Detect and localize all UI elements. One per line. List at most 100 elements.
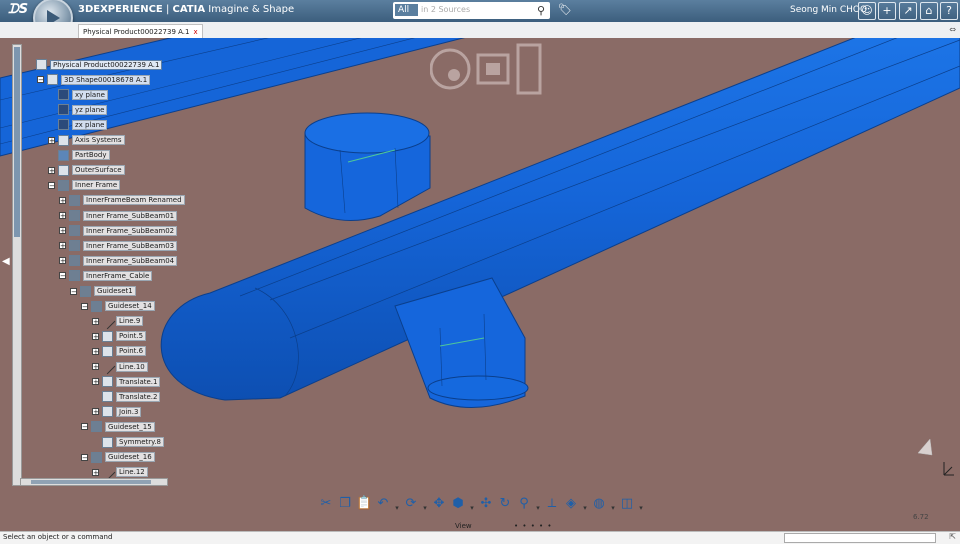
tree-node[interactable]: − Guideset_16 — [81, 451, 155, 463]
tree-node-label[interactable]: Physical Product00022739 A.1 — [50, 59, 163, 70]
expand-toggle-icon[interactable]: + — [59, 196, 66, 204]
share-icon[interactable]: ↗ — [899, 2, 917, 20]
expand-toggle-icon[interactable]: + — [59, 257, 66, 265]
dropdown-arrow-icon[interactable]: ▾ — [469, 500, 475, 516]
undo-icon[interactable]: ↶ — [375, 496, 391, 512]
tree-node[interactable]: + Inner Frame_SubBeam04 — [59, 255, 178, 267]
tree-node-label[interactable]: InnerFrameBeam Renamed — [83, 195, 185, 206]
normal-view-icon[interactable]: ⟂ — [544, 496, 560, 512]
search-icon[interactable]: ⚲ — [537, 4, 545, 17]
expand-toggle-icon[interactable]: + — [92, 378, 99, 386]
tree-node[interactable]: + Axis Systems — [48, 134, 125, 146]
expand-toggle-icon[interactable]: + — [48, 136, 55, 144]
action-bar-section-label[interactable]: View — [455, 522, 472, 530]
tag-icon[interactable]: 🏷 — [558, 3, 572, 16]
tree-node-label[interactable]: Guideset_14 — [105, 301, 155, 312]
tree-node[interactable]: − Guideset1 — [70, 285, 136, 297]
tree-node[interactable]: + Line.10 — [92, 358, 148, 375]
collapse-panel-icon[interactable]: ◀ — [2, 256, 10, 267]
tree-node[interactable]: + Inner Frame_SubBeam03 — [59, 240, 178, 252]
home-icon[interactable]: ⌂ — [920, 2, 938, 20]
tab-nav-icon[interactable]: ⇔ — [949, 25, 956, 34]
search-input[interactable]: in 2 Sources — [421, 5, 470, 14]
expand-toggle-icon[interactable]: + — [92, 332, 99, 340]
tree-node[interactable]: + Line.9 — [92, 313, 144, 329]
search-scope-dropdown[interactable]: All — [395, 4, 418, 16]
copy-icon[interactable]: ❐ — [337, 496, 353, 512]
tree-node-label[interactable]: InnerFrame_Cable — [83, 270, 153, 281]
tree-node[interactable]: + Line.12 — [92, 464, 148, 480]
tree-node[interactable]: yz plane — [48, 104, 108, 116]
dropdown-arrow-icon[interactable]: ▾ — [638, 500, 644, 516]
tree-node[interactable]: Physical Product00022739 A.1 — [26, 59, 163, 70]
scrollbar-thumb[interactable] — [31, 480, 151, 484]
dropdown-arrow-icon[interactable]: ▾ — [610, 500, 616, 516]
tree-node-label[interactable]: Inner Frame — [72, 180, 121, 191]
tree-node-label[interactable]: Point.6 — [116, 346, 147, 357]
dropdown-arrow-icon[interactable]: ▾ — [582, 500, 588, 516]
tree-node[interactable]: Symmetry.8 — [92, 436, 164, 448]
render-mode-icon[interactable]: ⬢ — [450, 496, 466, 512]
tree-node-label[interactable]: Line.10 — [116, 361, 148, 372]
expand-toggle-icon[interactable]: − — [70, 287, 77, 295]
rotate-icon[interactable]: ↻ — [497, 496, 513, 512]
fit-all-icon[interactable]: ✥ — [431, 496, 447, 512]
tree-node[interactable]: − Inner Frame — [48, 179, 121, 191]
tree-node[interactable]: + Inner Frame_SubBeam02 — [59, 225, 178, 237]
tree-node[interactable]: + Translate.1 — [92, 376, 161, 388]
tree-node-label[interactable]: Symmetry.8 — [116, 437, 164, 447]
tree-node-label[interactable]: xy plane — [72, 89, 108, 100]
specification-tree[interactable]: Physical Product00022739 A.1−3D Shape000… — [0, 0, 200, 490]
search-box[interactable]: All in 2 Sources ⚲ — [393, 2, 550, 19]
rotate-view-icon[interactable]: ⟳ — [403, 496, 419, 512]
hide-show-icon[interactable]: ◍ — [591, 496, 607, 512]
tree-node-label[interactable]: Inner Frame_SubBeam01 — [83, 210, 178, 221]
scrollbar-thumb[interactable] — [14, 47, 20, 237]
tree-node[interactable]: + Point.5 — [92, 330, 147, 342]
action-bar-pager[interactable]: • • • • • — [514, 522, 553, 530]
zoom-icon[interactable]: ⚲ — [516, 496, 532, 512]
status-expand-icon[interactable]: ⇱ — [949, 532, 956, 541]
tree-node[interactable]: + Point.6 — [92, 345, 147, 357]
expand-toggle-icon[interactable]: + — [59, 227, 66, 235]
tree-node-label[interactable]: 3D Shape00018678 A.1 — [61, 74, 151, 85]
expand-toggle-icon[interactable]: + — [92, 468, 99, 476]
tree-node-label[interactable]: Axis Systems — [72, 135, 125, 145]
dropdown-arrow-icon[interactable]: ▾ — [422, 500, 428, 516]
tree-node-label[interactable]: zx plane — [72, 119, 108, 130]
user-avatar-icon[interactable]: ☺ — [858, 2, 876, 20]
robot-compass-icon[interactable] — [429, 43, 542, 99]
tree-node-label[interactable]: Guideset_16 — [105, 452, 155, 463]
expand-toggle-icon[interactable]: − — [81, 302, 88, 310]
tree-node-label[interactable]: Inner Frame_SubBeam03 — [83, 240, 178, 251]
tree-node-label[interactable]: OuterSurface — [72, 165, 125, 176]
iso-view-icon[interactable]: ◈ — [563, 496, 579, 512]
tree-node-label[interactable]: Guideset_15 — [105, 421, 155, 432]
tree-node[interactable]: PartBody — [48, 149, 110, 161]
tree-node-label[interactable]: yz plane — [72, 104, 108, 115]
tree-node[interactable]: + OuterSurface — [48, 164, 125, 176]
expand-toggle-icon[interactable]: − — [48, 181, 55, 189]
tree-node[interactable]: − Guideset_14 — [81, 300, 155, 312]
dropdown-arrow-icon[interactable]: ▾ — [535, 500, 541, 516]
tree-node-label[interactable]: Line.12 — [116, 467, 148, 478]
help-icon[interactable]: ? — [940, 2, 958, 20]
dropdown-arrow-icon[interactable]: ▾ — [394, 500, 400, 516]
cut-icon[interactable]: ✂ — [318, 496, 334, 512]
tree-horizontal-scrollbar[interactable] — [20, 478, 168, 486]
tree-node-label[interactable]: Inner Frame_SubBeam04 — [83, 255, 178, 266]
tree-node-label[interactable]: PartBody — [72, 150, 110, 161]
expand-toggle-icon[interactable]: − — [81, 423, 88, 431]
tree-node[interactable]: − Guideset_15 — [81, 421, 155, 433]
tree-node-label[interactable]: Translate.2 — [116, 391, 161, 402]
expand-toggle-icon[interactable]: + — [92, 408, 99, 416]
tree-node[interactable]: Translate.2 — [92, 391, 161, 403]
expand-toggle-icon[interactable]: + — [48, 166, 55, 174]
expand-toggle-icon[interactable]: − — [37, 76, 44, 84]
expand-toggle-icon[interactable]: + — [92, 363, 99, 371]
expand-toggle-icon[interactable]: − — [81, 453, 88, 461]
tree-node[interactable]: + Inner Frame_SubBeam01 — [59, 210, 178, 221]
expand-toggle-icon[interactable]: − — [59, 272, 66, 280]
add-icon[interactable]: + — [878, 2, 896, 20]
tree-node-label[interactable]: Line.9 — [116, 316, 144, 327]
